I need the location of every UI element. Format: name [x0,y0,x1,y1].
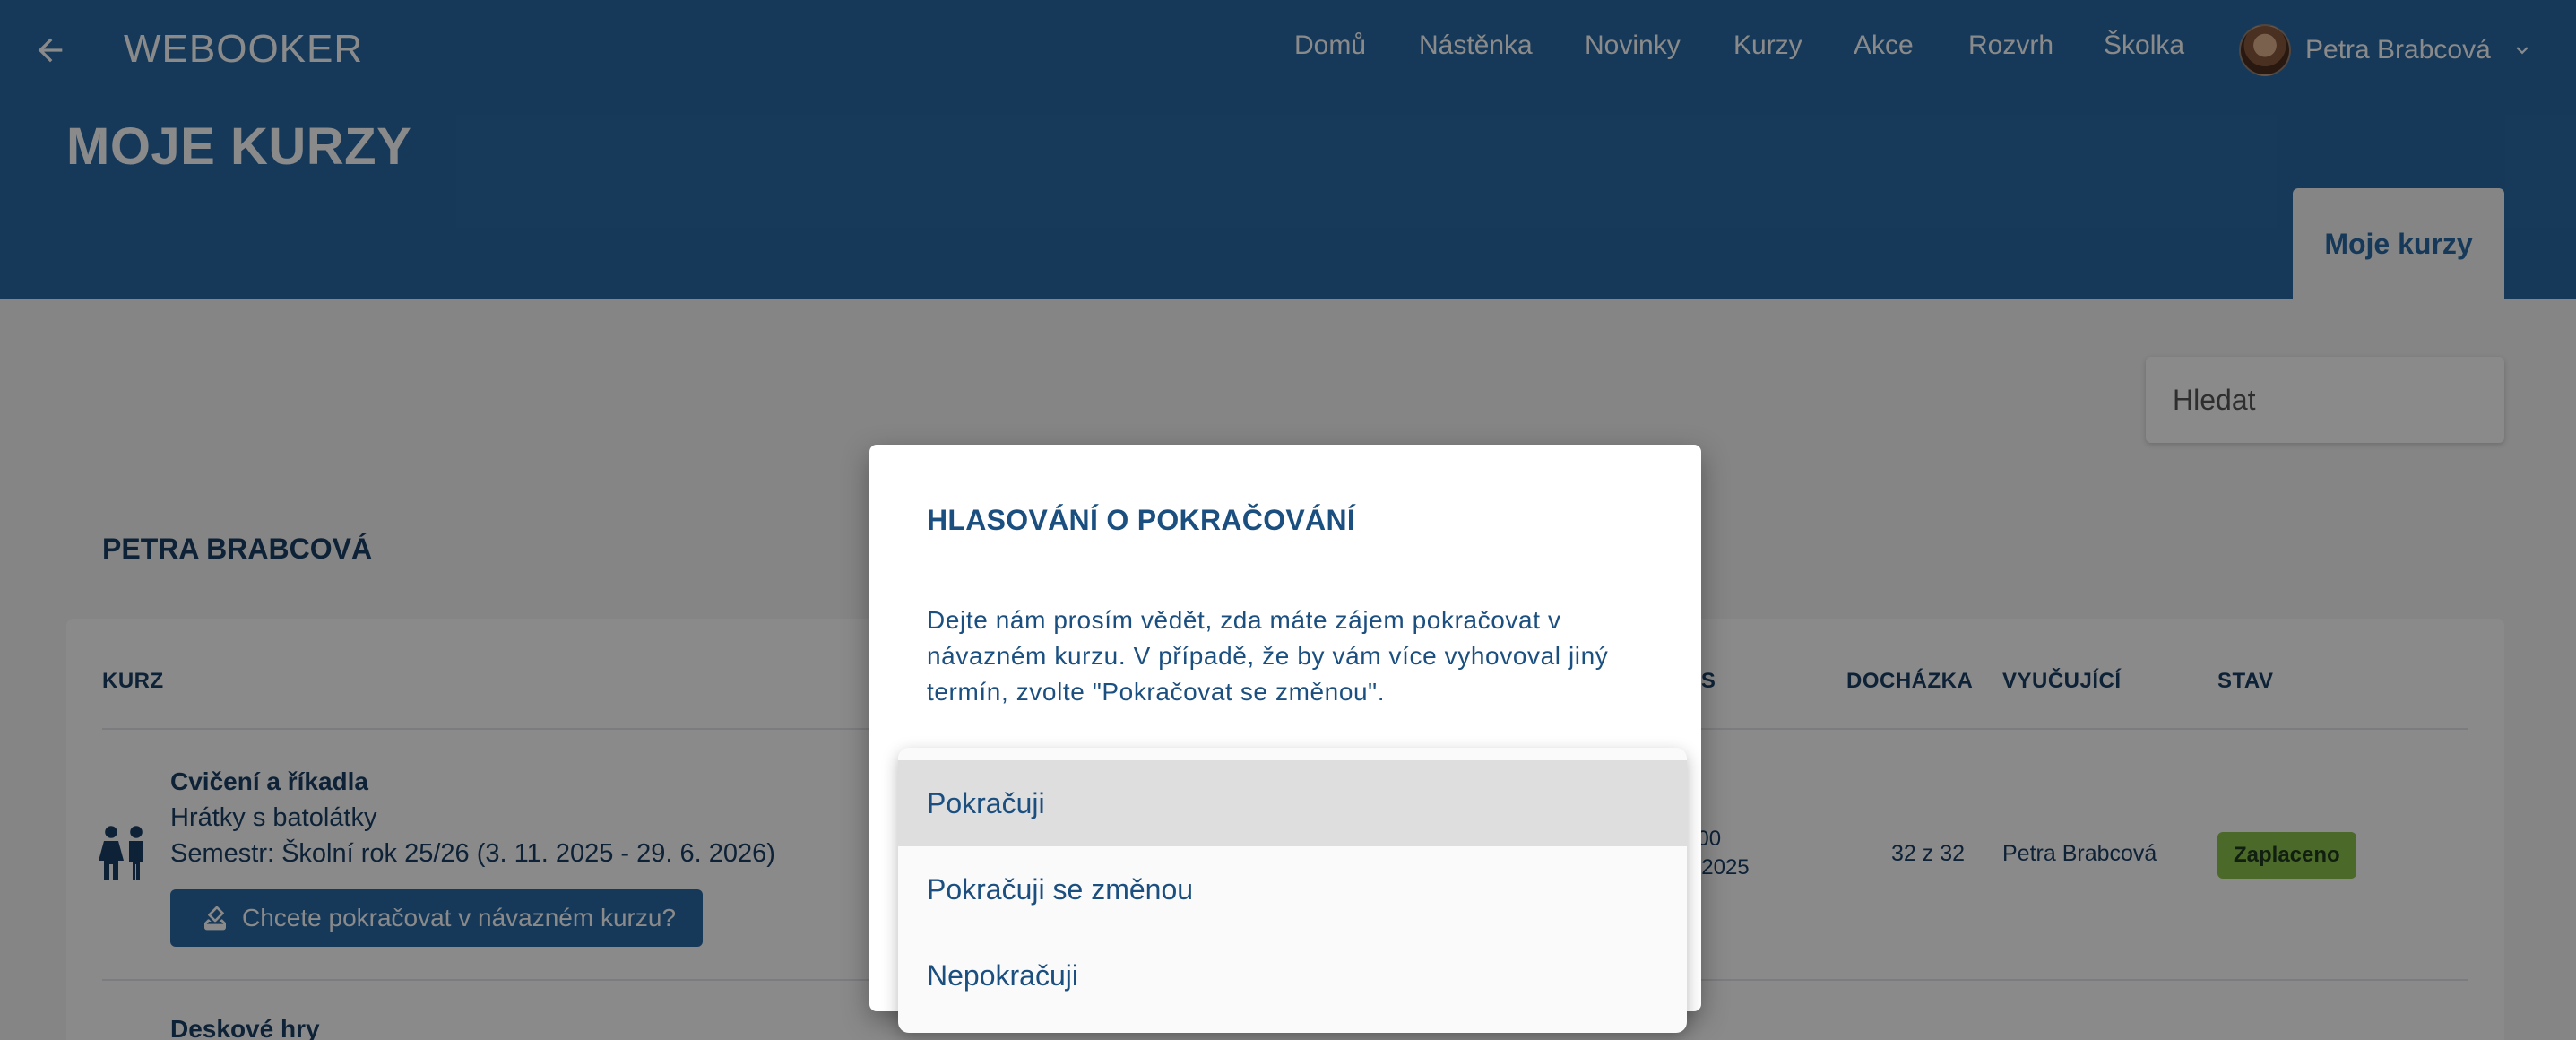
option-pokracuji-se-zmenou[interactable]: Pokračuji se změnou [898,846,1687,932]
dialog-title: HLASOVÁNÍ O POKRAČOVÁNÍ [927,504,1356,536]
dialog-text: Dejte nám prosím vědět, zda máte zájem p… [927,606,1609,706]
continuation-options-menu: Pokračuji Pokračuji se změnou Nepokračuj… [898,748,1687,1033]
option-pokracuji[interactable]: Pokračuji [898,760,1687,846]
option-nepokracuji[interactable]: Nepokračuji [898,932,1687,1018]
